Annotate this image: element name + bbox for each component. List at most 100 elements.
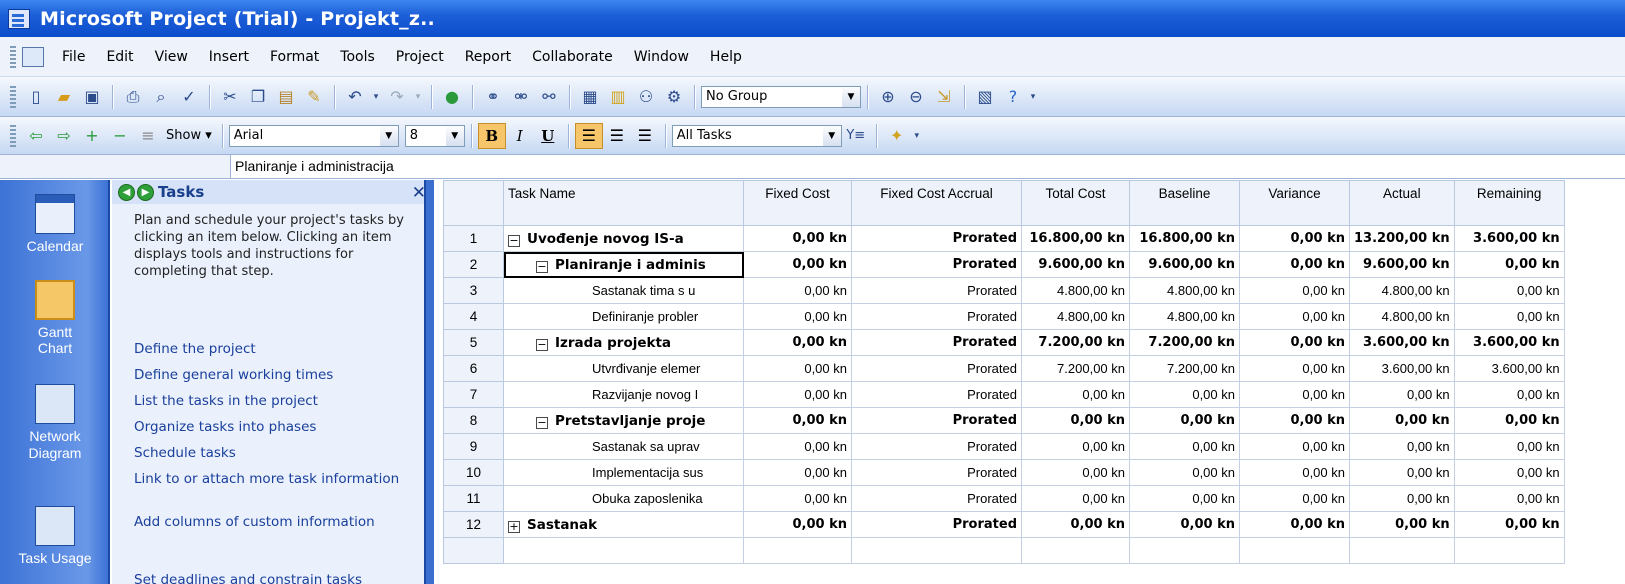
menu-file[interactable]: File	[60, 47, 87, 67]
cell-fixed-cost[interactable]: 0,00 kn	[743, 251, 852, 278]
menu-report[interactable]: Report	[463, 47, 513, 67]
cell-baseline[interactable]: 0,00 kn	[1129, 485, 1240, 512]
save-icon[interactable]: ▣	[78, 84, 106, 110]
toolbar-options-icon[interactable]: ▾	[1027, 84, 1039, 110]
menu-project[interactable]: Project	[394, 47, 446, 67]
link-define-project[interactable]: Define the project	[134, 341, 426, 358]
row-number[interactable]: 12	[443, 511, 504, 538]
table-row[interactable]: 7 Razvijanje novog I 0,00 kn Prorated 0,00 k…	[443, 381, 1565, 408]
cell-total[interactable]: 0,00 kn	[1021, 381, 1130, 408]
task-name-cell[interactable]: + Sastanak	[503, 511, 744, 538]
insert-hyperlink-icon[interactable]: ●	[438, 84, 466, 110]
cell-variance[interactable]: 0,00 kn	[1239, 459, 1350, 486]
cell-total[interactable]: 0,00 kn	[1021, 485, 1130, 512]
toolbar-options-icon[interactable]: ▾	[911, 123, 923, 149]
cell-variance[interactable]: 0,00 kn	[1239, 225, 1350, 252]
cell-accrual[interactable]: Prorated	[851, 329, 1022, 356]
cell-total[interactable]: 0,00 kn	[1021, 511, 1130, 538]
task-name-cell[interactable]: − Pretstavljanje proje	[503, 407, 744, 434]
cell-variance[interactable]: 0,00 kn	[1239, 355, 1350, 382]
chevron-down-icon[interactable]: ▼	[379, 125, 398, 146]
paste-icon[interactable]: ▤	[272, 84, 300, 110]
cell-variance[interactable]: 0,00 kn	[1239, 511, 1350, 538]
table-row[interactable]: 3 Sastanak tima s u 0,00 kn Prorated 4.800,0…	[443, 277, 1565, 304]
cell-total[interactable]: 4.800,00 kn	[1021, 277, 1130, 304]
task-name-cell[interactable]: Utvrđivanje elemer	[503, 355, 744, 382]
menu-collaborate[interactable]: Collaborate	[530, 47, 615, 67]
table-row[interactable]: 10 Implementacija sus 0,00 kn Prorated 0,00 …	[443, 459, 1565, 486]
collapse-icon[interactable]: −	[508, 234, 520, 247]
menu-help[interactable]: Help	[708, 47, 744, 67]
align-center-icon[interactable]: ☰	[603, 123, 631, 149]
hide-subtasks-icon[interactable]: −	[106, 123, 134, 149]
scroll-to-task-icon[interactable]: ⇲	[930, 84, 958, 110]
column-header-actual[interactable]: Actual	[1349, 180, 1455, 226]
cell-fixed-cost[interactable]: 0,00 kn	[743, 407, 852, 434]
gantt-chart-wizard-icon[interactable]: ✦	[883, 123, 911, 149]
undo-dropdown-icon[interactable]: ▾	[369, 84, 383, 110]
print-icon[interactable]: ⎙	[119, 84, 147, 110]
menu-tools[interactable]: Tools	[338, 47, 377, 67]
menu-view[interactable]: View	[153, 47, 190, 67]
task-name-cell[interactable]: Sastanak sa uprav	[503, 433, 744, 460]
cell-actual[interactable]: 0,00 kn	[1349, 381, 1455, 408]
cell-baseline[interactable]: 4.800,00 kn	[1129, 277, 1240, 304]
group-by-select[interactable]: No Group ▼	[701, 85, 861, 108]
cell-fixed-cost[interactable]: 0,00 kn	[743, 303, 852, 330]
row-number[interactable]: 9	[443, 433, 504, 460]
italic-button[interactable]: I	[506, 123, 534, 149]
align-right-icon[interactable]: ☰	[631, 123, 659, 149]
row-number[interactable]: 6	[443, 355, 504, 382]
cell-actual[interactable]: 0,00 kn	[1349, 485, 1455, 512]
redo-icon[interactable]: ↷	[383, 84, 411, 110]
row-number[interactable]: 2	[443, 251, 504, 278]
table-row[interactable]: 11 Obuka zaposlenika 0,00 kn Prorated 0,00 k…	[443, 485, 1565, 512]
cell-variance[interactable]: 0,00 kn	[1239, 277, 1350, 304]
view-task-usage[interactable]: Task Usage	[0, 506, 110, 566]
cell-remaining[interactable]: 3.600,00 kn	[1453, 225, 1565, 252]
empty-cell[interactable]	[851, 537, 1022, 564]
chevron-down-icon[interactable]: ▼	[822, 125, 841, 146]
empty-cell[interactable]	[503, 537, 744, 564]
table-row[interactable]: 5− Izrada projekta 0,00 kn Prorated 7.200,00…	[443, 329, 1565, 356]
link-tasks-icon[interactable]: ⚭	[479, 84, 507, 110]
row-number[interactable]: 7	[443, 381, 504, 408]
cell-accrual[interactable]: Prorated	[851, 303, 1022, 330]
cell-accrual[interactable]: Prorated	[851, 407, 1022, 434]
cell-actual[interactable]: 13.200,00 kn	[1349, 225, 1455, 252]
table-row[interactable]: 1− Uvođenje novog IS-a 0,00 kn Prorated 16.8…	[443, 225, 1565, 252]
cell-accrual[interactable]: Prorated	[851, 381, 1022, 408]
cut-icon[interactable]: ✂	[216, 84, 244, 110]
empty-cell[interactable]	[1021, 537, 1130, 564]
empty-cell[interactable]	[1453, 537, 1565, 564]
cell-accrual[interactable]: Prorated	[851, 355, 1022, 382]
link-define-working-times[interactable]: Define general working times	[134, 367, 426, 384]
help-icon[interactable]: ?	[999, 84, 1027, 110]
cell-remaining[interactable]: 0,00 kn	[1453, 251, 1565, 278]
cell-accrual[interactable]: Prorated	[851, 251, 1022, 278]
task-name-cell[interactable]: − Uvođenje novog IS-a	[503, 225, 744, 252]
align-left-icon[interactable]: ☰	[574, 122, 603, 149]
column-header-fixed-cost[interactable]: Fixed Cost	[743, 180, 852, 226]
cell-fixed-cost[interactable]: 0,00 kn	[743, 277, 852, 304]
cell-variance[interactable]: 0,00 kn	[1239, 407, 1350, 434]
table-row[interactable]: 4 Definiranje probler 0,00 kn Prorated 4.800…	[443, 303, 1565, 330]
split-task-icon[interactable]: ⚯	[535, 84, 563, 110]
cell-fixed-cost[interactable]: 0,00 kn	[743, 459, 852, 486]
task-notes-icon[interactable]: ▥	[604, 84, 632, 110]
task-name-cell[interactable]: Obuka zaposlenika	[503, 485, 744, 512]
cell-fixed-cost[interactable]: 0,00 kn	[743, 329, 852, 356]
cell-remaining[interactable]: 0,00 kn	[1453, 433, 1565, 460]
cell-baseline[interactable]: 0,00 kn	[1129, 381, 1240, 408]
entry-field[interactable]: Planiranje i administracija	[230, 155, 1625, 178]
document-icon[interactable]	[22, 46, 44, 67]
cell-actual[interactable]: 0,00 kn	[1349, 407, 1455, 434]
cell-remaining[interactable]: 0,00 kn	[1453, 277, 1565, 304]
cell-remaining[interactable]: 0,00 kn	[1453, 485, 1565, 512]
cell-accrual[interactable]: Prorated	[851, 225, 1022, 252]
cell-baseline[interactable]: 0,00 kn	[1129, 511, 1240, 538]
cell-fixed-cost[interactable]: 0,00 kn	[743, 355, 852, 382]
empty-cell[interactable]	[1129, 537, 1240, 564]
open-icon[interactable]: ▰	[50, 84, 78, 110]
cell-actual[interactable]: 3.600,00 kn	[1349, 355, 1455, 382]
